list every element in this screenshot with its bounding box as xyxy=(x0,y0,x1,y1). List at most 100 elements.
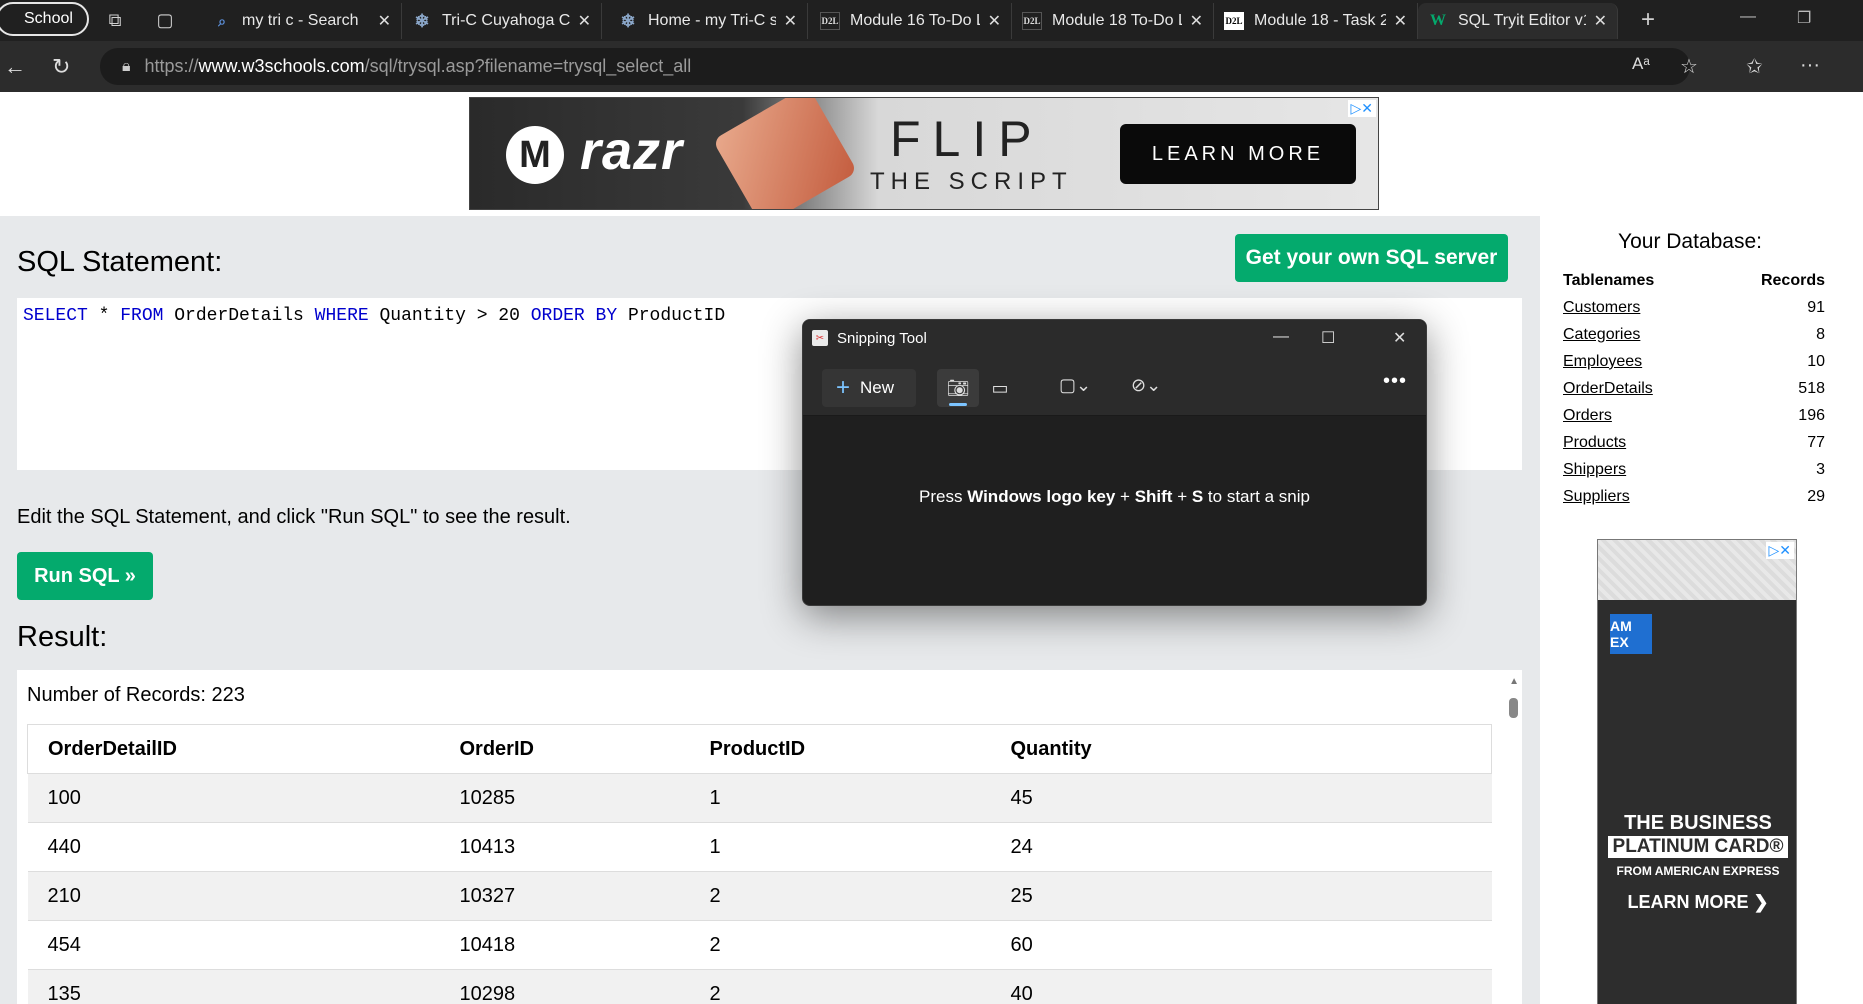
run-sql-button[interactable]: Run SQL » xyxy=(17,552,153,600)
favorite-star-icon[interactable]: ☆ xyxy=(1680,54,1698,79)
restore-icon[interactable]: ❐ xyxy=(1797,8,1811,28)
minimize-icon[interactable]: — xyxy=(1273,328,1289,346)
tab-tric-cuyahoga[interactable]: ❄ Tri-C Cuyahoga Co ✕ xyxy=(402,3,602,39)
adchoices-icon[interactable]: ▷✕ xyxy=(1765,542,1794,559)
profile-label: School xyxy=(24,10,73,27)
table-link[interactable]: Customers xyxy=(1563,299,1640,316)
close-icon[interactable]: ✕ xyxy=(1190,11,1203,31)
table-cell: 10413 xyxy=(439,822,690,872)
record-count: 10 xyxy=(1807,352,1825,370)
column-header: ProductID xyxy=(689,724,991,774)
close-icon[interactable]: ✕ xyxy=(1393,328,1406,348)
record-count: Number of Records: 223 xyxy=(27,684,245,706)
database-row: Employees 10 xyxy=(1563,348,1825,375)
ad-learn-more-button[interactable]: LEARN MORE xyxy=(1120,124,1356,184)
table-cell: 210 xyxy=(27,871,440,921)
tab-module16[interactable]: D2L Module 16 To-Do L ✕ xyxy=(810,3,1012,39)
more-options-icon[interactable]: ••• xyxy=(1383,370,1407,393)
maximize-icon[interactable]: ☐ xyxy=(1321,328,1335,348)
column-header: OrderDetailID xyxy=(27,724,440,774)
snip-shape-dropdown-icon[interactable]: ▢⌄ xyxy=(1059,375,1091,396)
tab-actions-icon[interactable]: ▢ xyxy=(152,8,178,32)
result-panel[interactable]: Number of Records: 223 OrderDetailID Ord… xyxy=(17,670,1522,1004)
table-header-row: OrderDetailID OrderID ProductID Quantity xyxy=(27,724,1492,774)
ad-line: FROM AMERICAN EXPRESS xyxy=(1616,864,1780,878)
close-icon[interactable]: ✕ xyxy=(378,11,391,31)
sql-code: SELECT * FROM OrderDetails WHERE Quantit… xyxy=(23,306,725,326)
table-cell: 10285 xyxy=(439,773,690,823)
tab-sql-tryit[interactable]: W SQL Tryit Editor v1. ✕ xyxy=(1418,3,1618,39)
close-icon[interactable]: ✕ xyxy=(1394,11,1407,31)
table-cell: 10298 xyxy=(439,969,690,1004)
favorites-icon[interactable]: ✩ xyxy=(1746,54,1763,79)
lock-icon: 🔒︎ xyxy=(122,57,131,75)
table-link[interactable]: Suppliers xyxy=(1563,488,1630,505)
table-link[interactable]: Orders xyxy=(1563,407,1612,424)
close-icon[interactable]: ✕ xyxy=(1594,11,1607,31)
snipping-tool-app-icon: ✂ xyxy=(812,330,828,346)
close-icon[interactable]: ✕ xyxy=(988,11,1001,31)
tab-module18-task2[interactable]: D2L Module 18 - Task 2 ✕ xyxy=(1214,3,1418,39)
refresh-icon[interactable]: ↻ xyxy=(52,54,70,80)
more-options-icon[interactable]: ··· xyxy=(1800,54,1820,77)
tab-search[interactable]: ⌕ my tri c - Search ✕ xyxy=(202,3,402,39)
minimize-icon[interactable]: — xyxy=(1740,8,1756,26)
new-snip-button[interactable]: + New xyxy=(822,369,916,407)
profile-button[interactable]: School xyxy=(0,2,89,36)
result-scrollbar[interactable]: ▲ xyxy=(1506,670,1522,1004)
table-cell: 40 xyxy=(990,969,1492,1004)
tab-title: Module 18 To-Do L xyxy=(1052,12,1182,29)
table-link[interactable]: Employees xyxy=(1563,353,1642,370)
database-row: Categories 8 xyxy=(1563,321,1825,348)
delay-timer-dropdown-icon[interactable]: ⊘⌄ xyxy=(1131,375,1161,396)
table-row: 100 10285 1 45 xyxy=(27,773,1492,823)
table-link[interactable]: Products xyxy=(1563,434,1626,451)
banner-ad[interactable]: M razr FLIP THE SCRIPT LEARN MORE ▷✕ xyxy=(469,97,1379,210)
record-count: 29 xyxy=(1807,487,1825,505)
tab-home-mytric[interactable]: ❄ Home - my Tri-C sp ✕ xyxy=(608,3,808,39)
ad-learn-more-button[interactable]: LEARN MORE ❯ xyxy=(1598,892,1796,913)
table-row: 135 10298 2 40 xyxy=(27,969,1492,1004)
adchoices-icon[interactable]: ▷✕ xyxy=(1347,100,1376,117)
record-count: 196 xyxy=(1798,406,1825,424)
sql-keyword: FROM xyxy=(120,306,164,326)
record-count: 91 xyxy=(1807,298,1825,316)
tab-module18[interactable]: D2L Module 18 To-Do L ✕ xyxy=(1012,3,1214,39)
d2l-icon: D2L xyxy=(1022,12,1042,30)
result-table: OrderDetailID OrderID ProductID Quantity… xyxy=(27,724,1492,1004)
url-field[interactable]: 🔒︎ https://www.w3schools.com/sql/trysql.… xyxy=(100,48,1690,85)
get-sql-server-button[interactable]: Get your own SQL server xyxy=(1235,234,1508,282)
back-icon[interactable]: ← xyxy=(4,54,26,80)
table-link[interactable]: Categories xyxy=(1563,326,1640,343)
ad-headline: FLIP xyxy=(890,111,1044,167)
snipping-tool-titlebar[interactable]: ✂ Snipping Tool — ☐ ✕ xyxy=(803,320,1426,358)
video-camera-icon[interactable]: ▭ xyxy=(979,369,1021,407)
database-title: Your Database: xyxy=(1618,230,1762,253)
table-link[interactable]: Shippers xyxy=(1563,461,1626,478)
scroll-thumb[interactable] xyxy=(1509,698,1518,718)
scroll-up-arrow-icon[interactable]: ▲ xyxy=(1509,676,1519,687)
database-table: Tablenames Records Customers 91 Categorie… xyxy=(1563,268,1825,510)
table-cell: 454 xyxy=(27,920,440,970)
w3-icon: W xyxy=(1430,12,1446,29)
new-tab-icon[interactable]: + xyxy=(1635,6,1661,33)
ad-brand: razr xyxy=(580,121,684,181)
close-icon[interactable]: ✕ xyxy=(578,11,591,31)
database-row: OrderDetails 518 xyxy=(1563,375,1825,402)
database-header-row: Tablenames Records xyxy=(1563,268,1825,294)
search-icon: ⌕ xyxy=(218,12,226,29)
record-count: 77 xyxy=(1807,433,1825,451)
snowflake-icon: ❄ xyxy=(414,10,430,31)
database-row: Products 77 xyxy=(1563,429,1825,456)
database-row: Customers 91 xyxy=(1563,294,1825,321)
table-row: 210 10327 2 25 xyxy=(27,871,1492,921)
ad-line: THE BUSINESS xyxy=(1624,812,1772,834)
workspaces-icon[interactable]: ⧉ xyxy=(102,8,128,32)
camera-icon[interactable]: 📷︎ xyxy=(937,369,979,407)
close-icon[interactable]: ✕ xyxy=(784,11,797,31)
read-aloud-icon[interactable]: Aᵃ xyxy=(1632,54,1650,74)
side-ad[interactable]: ▷✕ AM EX THE BUSINESS PLATINUM CARD® FRO… xyxy=(1597,539,1797,1004)
table-link[interactable]: OrderDetails xyxy=(1563,380,1653,397)
address-bar-row: ← ↻ 🔒︎ https://www.w3schools.com/sql/try… xyxy=(0,41,1863,92)
snipping-tool-toolbar: + New 📷︎ ▭ ▢⌄ ⊘⌄ ••• xyxy=(803,358,1426,416)
